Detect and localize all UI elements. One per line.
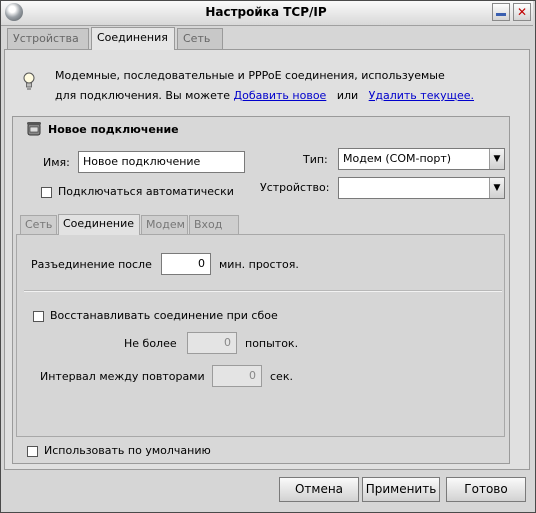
tab-network[interactable]: Сеть	[177, 28, 223, 49]
auto-connect-label: Подключаться автоматически	[58, 185, 234, 198]
connection-title: Новое подключение	[48, 123, 179, 136]
name-label: Имя:	[43, 156, 70, 169]
phone-icon	[27, 122, 41, 136]
info-text-or: или	[336, 89, 359, 102]
retry-interval-label: Интервал между повторами	[40, 370, 205, 383]
delete-current-link[interactable]: Удалить текущее.	[369, 89, 474, 102]
type-label: Тип:	[303, 153, 328, 166]
device-label: Устройство:	[260, 181, 330, 194]
subtab-login[interactable]: Вход	[189, 215, 239, 234]
retry-interval-field[interactable]: 0	[212, 365, 262, 387]
chevron-down-icon: ▼	[489, 149, 504, 169]
retry-interval-suffix: сек.	[270, 370, 293, 383]
auto-connect-checkbox[interactable]	[41, 187, 52, 198]
max-attempts-label: Не более	[124, 337, 177, 350]
restore-connection-checkbox[interactable]	[33, 311, 44, 322]
max-attempts-suffix: попыток.	[245, 337, 299, 350]
use-default-checkbox[interactable]	[27, 446, 38, 457]
subtab-connection[interactable]: Соединение	[58, 214, 140, 235]
restore-connection-label: Восстанавливать соединение при сбое	[50, 309, 278, 322]
done-button[interactable]: Готово	[446, 477, 526, 502]
type-select-value: Модем (COM-порт)	[343, 152, 452, 165]
chevron-down-icon: ▼	[489, 178, 504, 198]
close-button[interactable]: ✕	[513, 3, 531, 21]
divider	[24, 290, 502, 292]
max-attempts-field[interactable]: 0	[187, 332, 237, 354]
use-default-label: Использовать по умолчанию	[44, 444, 211, 457]
name-field[interactable]: Новое подключение	[78, 151, 245, 173]
tab-connections[interactable]: Соединения	[91, 27, 175, 50]
disconnect-suffix: мин. простоя.	[219, 258, 299, 271]
cancel-button[interactable]: Отмена	[279, 477, 359, 502]
subtab-modem[interactable]: Модем	[141, 215, 188, 234]
close-icon: ✕	[516, 5, 528, 19]
type-select[interactable]: Модем (COM-порт) ▼	[338, 148, 505, 170]
info-text-line1: Модемные, последовательные и PPPoE соеди…	[55, 69, 445, 82]
minimize-icon	[496, 13, 506, 16]
device-select[interactable]: ▼	[338, 177, 505, 199]
minimize-button[interactable]	[492, 3, 510, 21]
apply-button[interactable]: Применить	[362, 477, 440, 502]
tab-devices[interactable]: Устройства	[7, 28, 89, 49]
window-title: Настройка TCP/IP	[205, 5, 327, 19]
lightbulb-icon	[23, 72, 35, 90]
disconnect-minutes-field[interactable]: 0	[161, 253, 211, 275]
add-new-link[interactable]: Добавить новое	[234, 89, 327, 102]
info-text-prefix: для подключения. Вы можете	[55, 89, 231, 102]
subtab-network[interactable]: Сеть	[20, 215, 57, 234]
disconnect-label: Разъединение после	[31, 258, 152, 271]
info-text-line2: для подключения. Вы можете Добавить ново…	[55, 89, 474, 102]
